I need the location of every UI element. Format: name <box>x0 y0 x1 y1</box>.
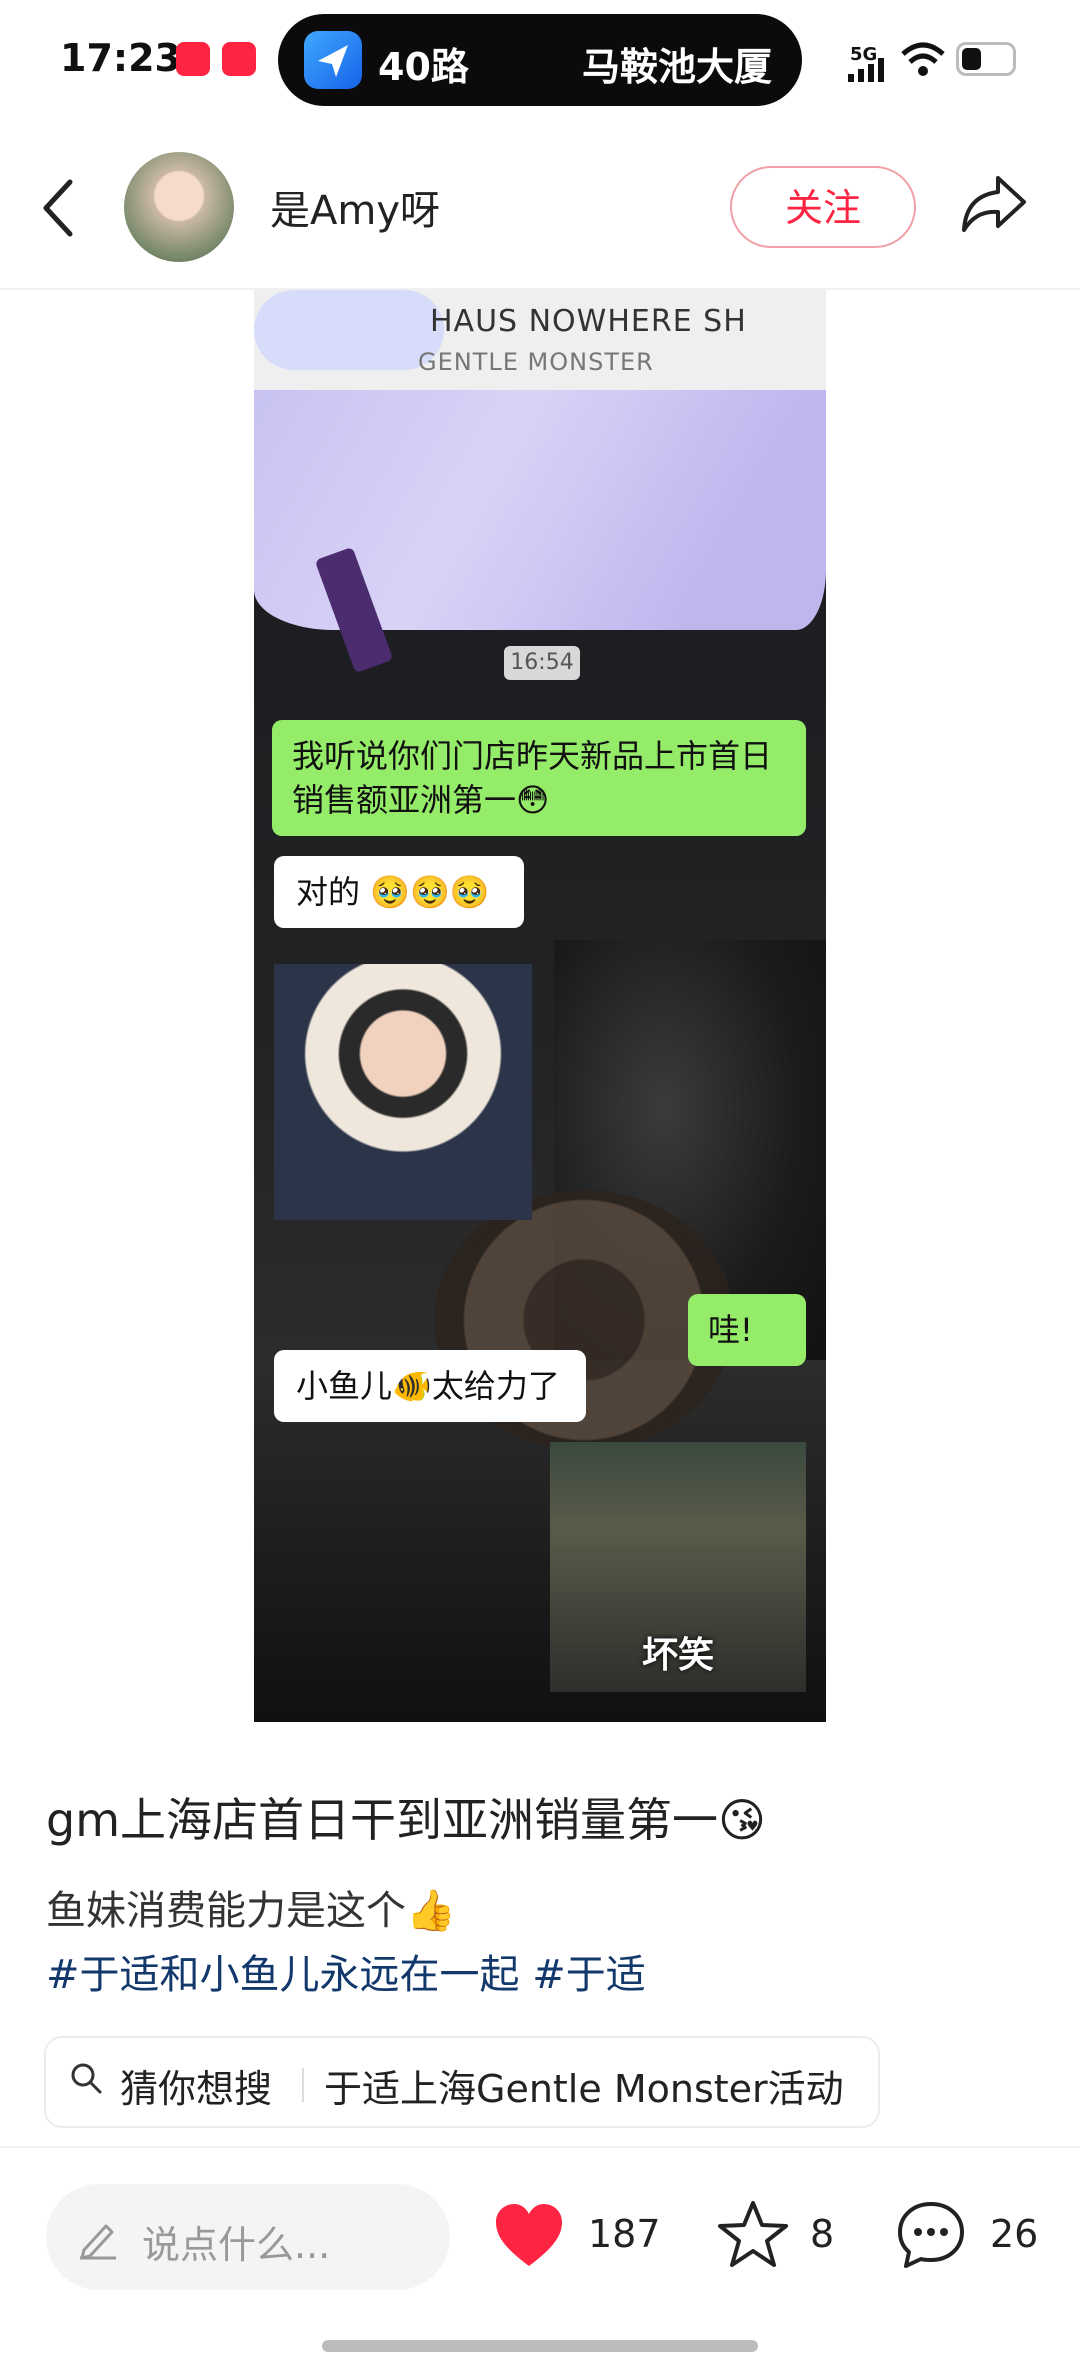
avatar[interactable] <box>124 152 234 262</box>
navigation-app-icon <box>304 31 362 89</box>
back-arrow-icon[interactable] <box>40 176 76 240</box>
store-name: HAUS NOWHERE SH <box>430 304 747 339</box>
chat-bubble-left: 小鱼儿🐠太给力了 <box>274 1350 586 1422</box>
status-time: 17:23 <box>60 36 181 80</box>
follow-button[interactable]: 关注 <box>730 166 916 248</box>
wifi-icon <box>901 42 945 76</box>
collect-count: 8 <box>810 2212 835 2256</box>
search-chip-query: 于适上海Gentle Monster活动 <box>324 2067 844 2111</box>
signal-icon <box>848 58 884 82</box>
glow-decoration <box>254 290 444 370</box>
like-count: 187 <box>588 2212 661 2256</box>
chat-time: 16:54 <box>504 646 580 680</box>
post-title: gm上海店首日干到亚洲销量第一😘 <box>46 1793 766 1847</box>
hashtag-links[interactable]: #于适和小鱼儿永远在一起 #于适 <box>46 1942 646 2000</box>
comment-input[interactable]: 说点什么... <box>46 2184 450 2290</box>
like-heart-icon[interactable] <box>492 2200 566 2274</box>
chat-bubble-right: 我听说你们门店昨天新品上市首日销售额亚洲第一😳 <box>272 720 806 836</box>
search-suggestion-chip[interactable]: 猜你想搜 于适上海Gentle Monster活动 <box>44 2036 880 2128</box>
search-icon <box>71 2063 102 2094</box>
share-icon[interactable] <box>958 172 1030 236</box>
chat-bubble-left: 对的 🥹🥹🥹 <box>274 856 524 928</box>
bottom-divider <box>0 2146 1080 2148</box>
sticker-caption: 坏笑 <box>642 1635 715 1676</box>
heart-app-badge-icon <box>222 42 256 76</box>
home-indicator[interactable] <box>322 2340 758 2352</box>
battery-level <box>962 48 981 70</box>
store-brand: GENTLE MONSTER <box>418 348 654 376</box>
island-destination: 马鞍池大厦 <box>581 45 772 89</box>
username[interactable]: 是Amy呀 <box>270 178 440 236</box>
comment-bubble-icon[interactable] <box>894 2198 968 2272</box>
comment-placeholder: 说点什么... <box>142 2223 331 2267</box>
store-header: HAUS NOWHERE SH GENTLE MONSTER <box>254 290 826 390</box>
chip-separator <box>302 2068 304 2102</box>
island-route: 40路 <box>378 45 469 89</box>
battery-icon <box>956 42 1016 76</box>
chat-bubble-right: 哇! <box>688 1294 806 1366</box>
comment-count: 26 <box>990 2212 1039 2256</box>
post-body: 鱼妹消费能力是这个👍 <box>46 1888 456 1934</box>
xiaohongshu-badge-icon <box>176 42 210 76</box>
sticker-photo <box>274 964 532 1220</box>
post-image[interactable]: HAUS NOWHERE SH GENTLE MONSTER 16:54 我听说… <box>254 290 826 1722</box>
search-chip-label: 猜你想搜 <box>120 2067 273 2111</box>
collect-star-icon[interactable] <box>716 2198 790 2272</box>
sticker-photo: 坏笑 <box>550 1442 806 1692</box>
dynamic-island[interactable]: 40路 马鞍池大厦 <box>278 14 802 106</box>
pencil-icon <box>80 2224 116 2260</box>
